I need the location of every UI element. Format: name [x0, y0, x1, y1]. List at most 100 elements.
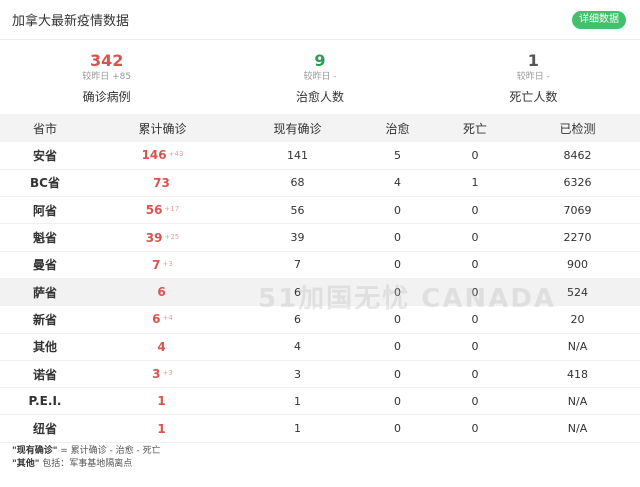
stat-confirmed: 342 较昨日 +85 确诊病例 [0, 52, 213, 114]
stat-deaths-change: 较昨日 - [516, 72, 550, 82]
cell-tested: 2270 [563, 231, 592, 245]
stat-confirmed-number: 342 [89, 51, 124, 70]
cell-cured: 0 [394, 422, 401, 436]
cell-province: 魁省 [32, 231, 57, 246]
cell-cured: 0 [394, 231, 401, 245]
cell-province: 新省 [32, 312, 57, 327]
cell-province: 诺省 [32, 367, 57, 382]
column-header-deaths: 死亡 [462, 121, 487, 136]
cell-confirmed: 6 [90, 278, 235, 305]
cell-province: 其他 [32, 340, 57, 355]
cell-province: 阿省 [32, 203, 57, 218]
confirmed-value: 1 [157, 394, 166, 409]
table-row: P.E.I. 1 1 0 0 N/A [0, 388, 640, 415]
table-row: 诺省 3 +3 3 0 0 418 [0, 360, 640, 388]
confirmed-delta: +4 [162, 314, 173, 323]
cell-cured: 4 [394, 176, 401, 190]
confirmed-value: 6 [152, 312, 161, 327]
cell-deaths: 0 [471, 203, 479, 217]
table-row: 魁省 39 +25 39 0 0 2270 [0, 224, 640, 252]
cell-confirmed: 73 [90, 169, 235, 196]
footnote-other: "其他" 包括：军事基地隔离点 [12, 458, 161, 471]
cell-confirmed: 146 +43 [90, 142, 235, 169]
cell-tested: 900 [567, 258, 588, 272]
confirmed-delta: +3 [162, 369, 173, 378]
stat-confirmed-change: 较昨日 +85 [82, 72, 132, 82]
cell-tested: 20 [570, 312, 585, 326]
stat-confirmed-label: 确诊病例 [82, 90, 131, 104]
cell-cured: 5 [394, 148, 401, 162]
cell-tested: N/A [567, 394, 588, 408]
confirmed-value: 1 [157, 421, 166, 436]
cell-province: 安省 [32, 148, 57, 163]
cell-cured: 0 [394, 340, 401, 354]
cell-confirmed: 1 [90, 415, 235, 442]
cell-tested: 6326 [563, 176, 592, 190]
cell-deaths: 0 [471, 422, 479, 436]
cell-current: 141 [287, 148, 308, 162]
cell-cured: 0 [394, 394, 401, 408]
cell-confirmed: 6 +4 [90, 306, 235, 333]
confirmed-value: 39 [145, 230, 163, 245]
cell-cured: 0 [394, 312, 401, 326]
footnote-other-key: "其他" [12, 459, 40, 469]
summary-stats: 342 较昨日 +85 确诊病例 9 较昨日 - 治愈人数 1 较昨日 - 死亡… [0, 40, 640, 114]
cell-tested: N/A [567, 422, 588, 436]
stat-deaths-label: 死亡人数 [509, 90, 558, 104]
cell-deaths: 0 [471, 285, 479, 299]
cell-cured: 0 [394, 367, 401, 381]
cell-current: 6 [294, 285, 301, 299]
footnote-current: "现有确诊" = 累计确诊 - 治愈 - 死亡 [12, 445, 161, 458]
cell-province: 纽省 [32, 422, 57, 437]
stat-cured-change: 较昨日 - [303, 72, 337, 82]
footnote-current-text: = 累计确诊 - 治愈 - 死亡 [57, 446, 161, 456]
table-row: 其他 4 4 0 0 N/A [0, 333, 640, 361]
cell-tested: N/A [567, 340, 588, 354]
table-row: 纽省 1 1 0 0 N/A [0, 415, 640, 443]
cell-deaths: 0 [471, 312, 479, 326]
footnote-other-text: 包括：军事基地隔离点 [39, 459, 133, 469]
confirmed-delta: +3 [162, 259, 173, 268]
page-title: 加拿大最新疫情数据 [12, 14, 130, 29]
table-row: 安省 146 +43 141 5 0 8462 [0, 142, 640, 170]
column-header-province: 省市 [32, 121, 57, 136]
footnotes: "现有确诊" = 累计确诊 - 治愈 - 死亡 "其他" 包括：军事基地隔离点 [12, 445, 161, 471]
header-bar: 加拿大最新疫情数据 详细数据 [0, 0, 640, 40]
cell-current: 3 [294, 367, 301, 381]
cell-cured: 0 [394, 258, 401, 272]
province-table: 省市 累计确诊 现有确诊 治愈 死亡 已检测 安省 146 +43 141 5 0 8462… [0, 114, 640, 443]
table-row: BC省 73 68 4 1 6326 [0, 169, 640, 197]
confirmed-value: 4 [157, 339, 166, 354]
cell-confirmed: 1 [90, 388, 235, 415]
cell-tested: 8462 [563, 148, 592, 162]
table-row: 曼省 7 +3 7 0 0 900 [0, 251, 640, 279]
cell-confirmed: 3 +3 [90, 360, 235, 387]
cell-current: 7 [294, 258, 301, 272]
cell-current: 6 [294, 312, 301, 326]
cell-confirmed: 39 +25 [90, 224, 235, 251]
stat-cured-label: 治愈人数 [295, 90, 344, 104]
cell-current: 68 [290, 176, 305, 190]
confirmed-delta: +25 [164, 232, 180, 241]
stat-deaths-number: 1 [527, 51, 539, 70]
confirmed-delta: +17 [164, 205, 180, 214]
cell-province: BC省 [30, 176, 60, 191]
cell-current: 1 [294, 422, 301, 436]
cell-tested: 524 [567, 285, 588, 299]
confirmed-value: 73 [153, 175, 170, 190]
table-row: 阿省 56 +17 56 0 0 7069 [0, 197, 640, 224]
stat-deaths: 1 较昨日 - 死亡人数 [427, 52, 640, 114]
cell-cured: 0 [394, 285, 401, 299]
footnote-current-key: "现有确诊" [12, 446, 58, 456]
confirmed-value: 6 [157, 285, 166, 300]
cell-deaths: 0 [471, 258, 479, 272]
cell-deaths: 0 [471, 340, 479, 354]
confirmed-value: 56 [145, 203, 163, 218]
cell-cured: 0 [394, 203, 401, 217]
cell-confirmed: 7 +3 [90, 251, 235, 278]
detail-data-button[interactable]: 详细数据 [572, 10, 626, 29]
confirmed-delta: +43 [168, 150, 184, 159]
cell-deaths: 1 [471, 176, 479, 190]
cell-confirmed: 56 +17 [90, 197, 235, 224]
cell-current: 1 [294, 394, 301, 408]
